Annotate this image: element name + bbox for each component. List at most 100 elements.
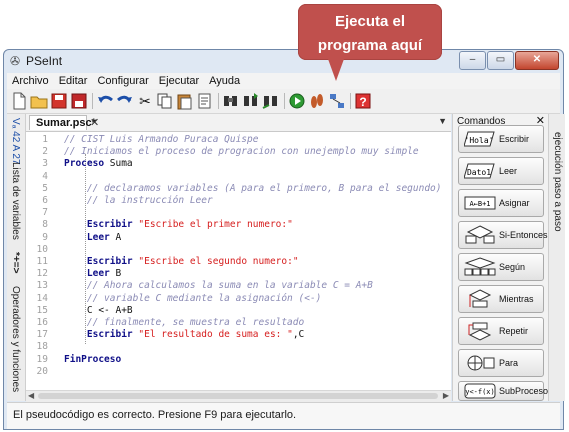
cut-icon[interactable]: ✂ [136,92,154,110]
line-number: 15 [36,304,48,316]
edit-icon[interactable] [196,92,214,110]
commands-panel: Comandos ✕ 'Hola' Escribir Dato1 Leer A←… [452,114,549,401]
tab-operators-functions[interactable]: *+=> Operadores y funciones [7,252,25,400]
code-line[interactable]: 15 C <- A+B [26,305,451,317]
variables-tab-label: Lista de variables [10,162,21,240]
run-hint-callout: Ejecuta el programa aquí [298,4,442,60]
code-line[interactable]: 14 // variable C mediante la asignación … [26,293,451,305]
code-line[interactable]: 20 [26,366,451,378]
code-line[interactable]: 6 // la instrucción Leer [26,195,451,207]
code-line[interactable]: 12 Leer B [26,268,451,280]
code-line[interactable]: 4 [26,171,451,183]
app-logo-icon: ✇ [10,54,21,68]
code-line[interactable]: 16 // finalmente, se muestra el resultad… [26,317,451,329]
maximize-button[interactable]: ▭ [487,51,514,70]
line-number: 11 [36,256,48,267]
status-bar: El pseudocódigo es correcto. Presione F9… [7,402,560,429]
code-text: Leer B [86,268,122,280]
line-number: 2 [42,146,48,158]
line-number: 12 [36,268,48,280]
segun-label: Según [499,262,526,272]
menu-archivo[interactable]: Archivo [7,73,54,89]
line-number: 4 [42,170,48,182]
code-text: // la instrucción Leer [64,195,213,206]
menu-ejecutar[interactable]: Ejecutar [154,73,204,89]
code-line[interactable]: 13 // Ahora calculamos la suma en la var… [26,280,451,292]
line-number: 19 [36,353,48,365]
minimize-button[interactable]: – [459,51,486,70]
horizontal-scrollbar[interactable]: ◀ ▶ [26,390,451,402]
code-text: // CIST Luis Armando Puraca Quispe [64,134,259,145]
code-line[interactable]: 7 [26,207,451,219]
code-line[interactable]: 9 Leer A [26,232,451,244]
command-leer-button[interactable]: Dato1 Leer [458,157,544,185]
callout-arrow [328,59,344,81]
help-icon[interactable]: ? [354,92,372,110]
menu-configurar[interactable]: Configurar [92,73,153,89]
tab-step-by-step[interactable]: ejecución paso a paso [548,114,565,401]
toolbar-separator [218,93,219,109]
svg-text:Dato1: Dato1 [467,168,491,177]
code-text: Escribir "Escribe el primer numero:" [86,219,293,231]
escribir-icon: 'Hola' [463,129,495,149]
command-mientras-button[interactable]: Mientras [458,285,544,313]
command-si-entonces-button[interactable]: Si-Entonces [458,221,548,249]
mientras-label: Mientras [499,294,534,304]
search-icon[interactable] [222,92,240,110]
mientras-icon [464,289,494,309]
code-line[interactable]: 2 // Iniciamos el proceso de progracion c… [26,146,451,158]
si-entonces-label: Si-Entonces [499,230,548,240]
scroll-right-icon[interactable]: ▶ [443,391,449,400]
code-editor[interactable]: 1 // CIST Luis Armando Puraca Quispe 2 // I… [26,132,451,390]
file-tab[interactable]: Sumar.psc* [29,115,96,130]
toolbar-separator [350,93,351,109]
tab-close-icon[interactable]: ✕ [90,116,99,129]
undo-icon[interactable] [96,92,114,110]
menu-ayuda[interactable]: Ayuda [204,73,245,89]
code-line[interactable]: 8 Escribir "Escribe el primer numero:" [26,219,451,231]
save-as-icon[interactable] [70,92,88,110]
code-line[interactable]: 18 [26,341,451,353]
replace-icon[interactable] [262,92,280,110]
copy-icon[interactable] [156,92,174,110]
window-title: PSeInt [26,54,63,68]
step-icon[interactable] [308,92,326,110]
tab-list-chevron-down-icon[interactable]: ▼ [438,116,447,126]
command-escribir-button[interactable]: 'Hola' Escribir [458,125,544,153]
line-number: 16 [36,317,48,328]
scroll-thumb[interactable] [38,393,438,399]
code-line[interactable]: 3 Proceso Suma [26,158,451,170]
run-icon[interactable] [288,92,306,110]
command-para-button[interactable]: Para [458,349,544,377]
toolbar-separator [284,93,285,109]
variables-tab-symbols: Vₐ 42 A 27 [10,118,21,165]
repetir-icon [464,321,494,341]
new-file-icon[interactable] [10,92,28,110]
flowchart-icon[interactable] [328,92,346,110]
code-line[interactable]: 17 Escribir "El resultado de suma es: ",… [26,329,451,341]
svg-text:y<-f(x): y<-f(x) [465,388,495,396]
command-subproceso-button[interactable]: y<-f(x) SubProceso [458,381,548,401]
search-next-icon[interactable] [242,92,260,110]
paste-icon[interactable] [176,92,194,110]
command-repetir-button[interactable]: Repetir [458,317,544,345]
editor-pane: Sumar.psc* ✕ ▼ 1 // CIST Luis Armando Pur… [26,114,451,402]
operators-tab-symbols: *+=> [10,252,21,274]
tab-variables-list[interactable]: Vₐ 42 A 27 Lista de variables [7,118,25,248]
code-line[interactable]: 11 Escribir "Escribe el segundo numero:" [26,256,451,268]
code-text: C <- A+B [64,304,133,316]
redo-icon[interactable] [116,92,134,110]
code-line[interactable]: 5 // declaramos variables (A para el pri… [26,183,451,195]
scroll-left-icon[interactable]: ◀ [28,391,34,400]
code-line[interactable]: 10 [26,244,451,256]
command-asignar-button[interactable]: A←B+1 Asignar [458,189,544,217]
leer-icon: Dato1 [463,161,495,181]
close-button[interactable]: ✕ [515,51,559,70]
code-line[interactable]: 19 FinProceso [26,354,451,366]
open-folder-icon[interactable] [30,92,48,110]
save-icon[interactable] [50,92,68,110]
command-segun-button[interactable]: Según [458,253,544,281]
code-line[interactable]: 1 // CIST Luis Armando Puraca Quispe [26,134,451,146]
menu-editar[interactable]: Editar [54,73,93,89]
repetir-label: Repetir [499,326,529,336]
